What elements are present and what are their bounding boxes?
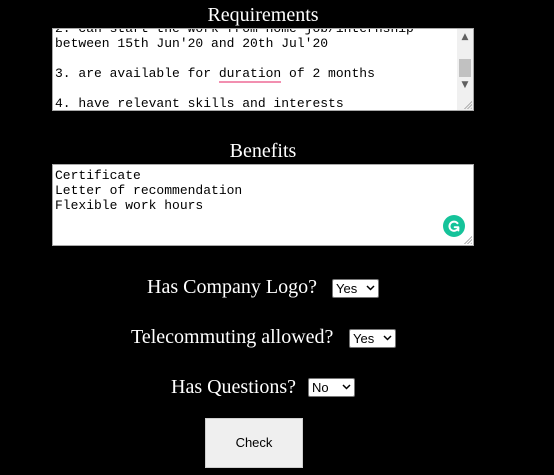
benefits-line: Letter of recommendation	[55, 183, 243, 198]
check-button[interactable]: Check	[205, 418, 303, 468]
requirements-line-part: of 2 months	[281, 66, 375, 81]
requirements-line: between 15th Jun'20 and 20th Jul'20	[55, 36, 329, 51]
chevron-down-icon	[366, 285, 375, 291]
resize-grip-icon[interactable]	[463, 100, 472, 109]
benefits-textarea[interactable]: Certificate Letter of recommendation Fle…	[52, 164, 474, 246]
resize-grip-icon[interactable]	[463, 235, 472, 244]
grammarly-icon[interactable]	[443, 215, 465, 237]
requirements-textarea[interactable]: 2. can start the work from home job/inte…	[52, 28, 474, 111]
questions-label: Has Questions?	[171, 376, 296, 398]
requirements-line: 3. are available for duration of 2 month…	[53, 66, 457, 83]
company-logo-select[interactable]: Yes	[332, 279, 379, 298]
scrollbar-thumb[interactable]	[459, 59, 471, 77]
company-logo-value: Yes	[336, 281, 358, 296]
requirements-heading: Requirements	[207, 4, 319, 26]
benefits-heading: Benefits	[229, 140, 297, 162]
benefits-line: Certificate	[55, 168, 141, 183]
requirements-scrollbar[interactable]: ▲ ▼	[457, 29, 473, 110]
requirements-line	[53, 51, 457, 66]
telecommuting-value: Yes	[353, 331, 375, 346]
chevron-down-icon	[383, 335, 392, 341]
telecommuting-label: Telecommuting allowed?	[131, 326, 334, 348]
chevron-down-icon	[342, 384, 351, 390]
scroll-up-arrow-icon[interactable]: ▲	[457, 29, 473, 45]
spelling-flagged-word[interactable]: duration	[218, 66, 282, 83]
benefits-line: Flexible work hours	[55, 198, 204, 213]
requirements-line-part: 3. are available for	[55, 66, 219, 81]
scroll-down-arrow-icon[interactable]: ▼	[457, 77, 473, 93]
questions-select[interactable]: No	[308, 378, 355, 397]
requirements-line: 2. can start the work from home job/inte…	[55, 28, 414, 36]
telecommuting-select[interactable]: Yes	[349, 329, 396, 348]
company-logo-label: Has Company Logo?	[147, 276, 317, 298]
questions-value: No	[312, 380, 329, 395]
requirements-line: 4. have relevant skills and interests	[55, 96, 344, 111]
requirements-line	[53, 81, 457, 96]
